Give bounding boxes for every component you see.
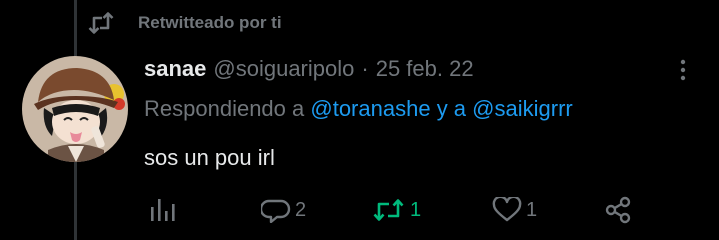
replying-joiner: y a xyxy=(436,96,467,121)
retweeted-by-label[interactable]: Retwitteado por ti xyxy=(138,13,282,33)
retweet-count: 1 xyxy=(410,198,422,221)
analytics-button[interactable] xyxy=(148,195,176,225)
reply-count: 2 xyxy=(295,198,307,221)
tweet-date[interactable]: 25 feb. 22 xyxy=(376,56,474,82)
reply-icon xyxy=(261,199,291,223)
retweet-icon xyxy=(373,199,404,221)
more-icon xyxy=(680,59,686,81)
tweet-header: sanae @soiguaripolo · 25 feb. 22 xyxy=(144,56,474,84)
reply-button[interactable]: 2 xyxy=(261,195,306,225)
share-icon xyxy=(605,196,631,224)
avatar[interactable] xyxy=(22,56,128,162)
mention-link[interactable]: @saikigrrr xyxy=(472,96,573,121)
retweet-button[interactable]: 1 xyxy=(372,195,421,225)
author-handle[interactable]: @soiguaripolo xyxy=(213,56,354,82)
replying-to: Respondiendo a @toranashe y a @saikigrrr xyxy=(144,96,573,122)
retweet-context: Retwitteado por ti xyxy=(88,10,282,36)
more-button[interactable] xyxy=(670,56,696,84)
author-name[interactable]: sanae xyxy=(144,56,206,82)
tweet-text: sos un pou irl xyxy=(144,145,275,170)
analytics-icon xyxy=(151,199,175,221)
replying-prefix: Respondiendo a xyxy=(144,96,305,121)
separator-dot: · xyxy=(361,56,369,81)
like-button[interactable]: 1 xyxy=(492,195,537,225)
share-button[interactable] xyxy=(604,195,632,225)
mention-link[interactable]: @toranashe xyxy=(310,96,430,121)
retweet-icon xyxy=(88,12,114,34)
heart-icon xyxy=(492,197,522,222)
avatar-image xyxy=(22,56,128,162)
like-count: 1 xyxy=(526,198,538,221)
